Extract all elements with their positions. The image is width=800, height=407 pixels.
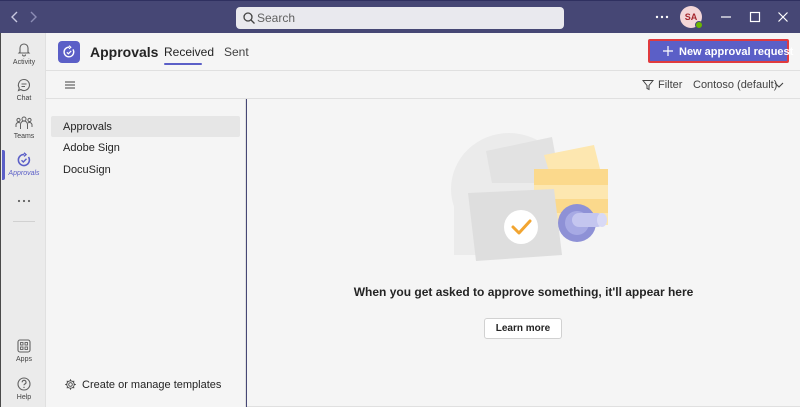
app-rail: Activity Chat Teams Approvals Apps Help	[0, 33, 46, 407]
bell-icon	[17, 43, 31, 57]
rail-label-activity: Activity	[12, 59, 36, 66]
chat-icon	[17, 78, 30, 92]
rail-item-approvals[interactable]: Approvals	[1, 152, 47, 177]
side-item-adobe-sign[interactable]: Adobe Sign	[51, 137, 240, 158]
filter-button[interactable]: Filter	[658, 79, 682, 91]
title-bar: Search SA	[0, 0, 800, 33]
back-arrow-icon[interactable]	[8, 10, 22, 24]
teams-icon	[15, 116, 33, 129]
more-options-icon[interactable]	[654, 9, 670, 25]
rail-label-apps: Apps	[16, 356, 32, 363]
gear-icon	[65, 379, 76, 390]
org-selector[interactable]: Contoso (default)	[693, 79, 777, 91]
new-approval-request-button[interactable]: New approval request	[648, 39, 793, 63]
side-item-approvals[interactable]: Approvals	[51, 116, 240, 137]
side-panel: Approvals Adobe Sign DocuSign Create or …	[46, 99, 246, 407]
tab-sent[interactable]: Sent	[224, 45, 249, 59]
close-icon[interactable]	[775, 9, 791, 25]
apps-icon	[17, 339, 31, 353]
search-placeholder: Search	[257, 11, 296, 25]
minimize-icon[interactable]	[718, 9, 734, 25]
rail-label-help: Help	[16, 394, 32, 401]
presence-available-icon	[695, 21, 703, 29]
rail-item-chat[interactable]: Chat	[1, 77, 47, 102]
rail-label-chat: Chat	[16, 95, 32, 102]
rail-item-help[interactable]: Help	[1, 376, 47, 401]
rail-item-apps[interactable]: Apps	[1, 338, 47, 363]
search-icon	[243, 12, 255, 24]
hamburger-menu-icon[interactable]	[63, 79, 77, 91]
rail-more-apps[interactable]	[1, 197, 47, 205]
side-item-docusign[interactable]: DocuSign	[51, 159, 240, 180]
tab-received[interactable]: Received	[164, 45, 214, 59]
app-title: Approvals	[90, 44, 159, 60]
more-horizontal-icon	[17, 199, 31, 203]
search-input[interactable]: Search	[236, 7, 564, 29]
empty-state-illustration	[451, 133, 608, 261]
approvals-icon	[17, 152, 31, 167]
rail-label-approvals: Approvals	[8, 170, 40, 177]
new-approval-request-label: New approval request	[679, 46, 794, 58]
rail-separator	[13, 221, 35, 222]
rail-item-activity[interactable]: Activity	[1, 41, 47, 66]
forward-arrow-icon[interactable]	[26, 10, 40, 24]
learn-more-button[interactable]: Learn more	[484, 318, 562, 339]
app-header: Approvals Received Sent New approval req…	[46, 33, 800, 71]
plus-icon	[663, 46, 673, 56]
chevron-down-icon[interactable]	[774, 81, 784, 89]
help-icon	[17, 377, 31, 391]
templates-label: Create or manage templates	[82, 379, 222, 391]
main-content: When you get asked to approve something,…	[247, 99, 800, 407]
tab-selected-indicator	[164, 63, 202, 65]
maximize-icon[interactable]	[747, 9, 763, 25]
rail-item-teams[interactable]: Teams	[1, 115, 47, 140]
approvals-logo-icon	[63, 45, 75, 58]
empty-state-message: When you get asked to approve something,…	[353, 285, 694, 299]
approvals-app-logo	[58, 41, 80, 63]
toolbar: Filter Contoso (default)	[46, 71, 800, 99]
rail-label-teams: Teams	[13, 133, 35, 140]
filter-icon[interactable]	[642, 79, 654, 91]
